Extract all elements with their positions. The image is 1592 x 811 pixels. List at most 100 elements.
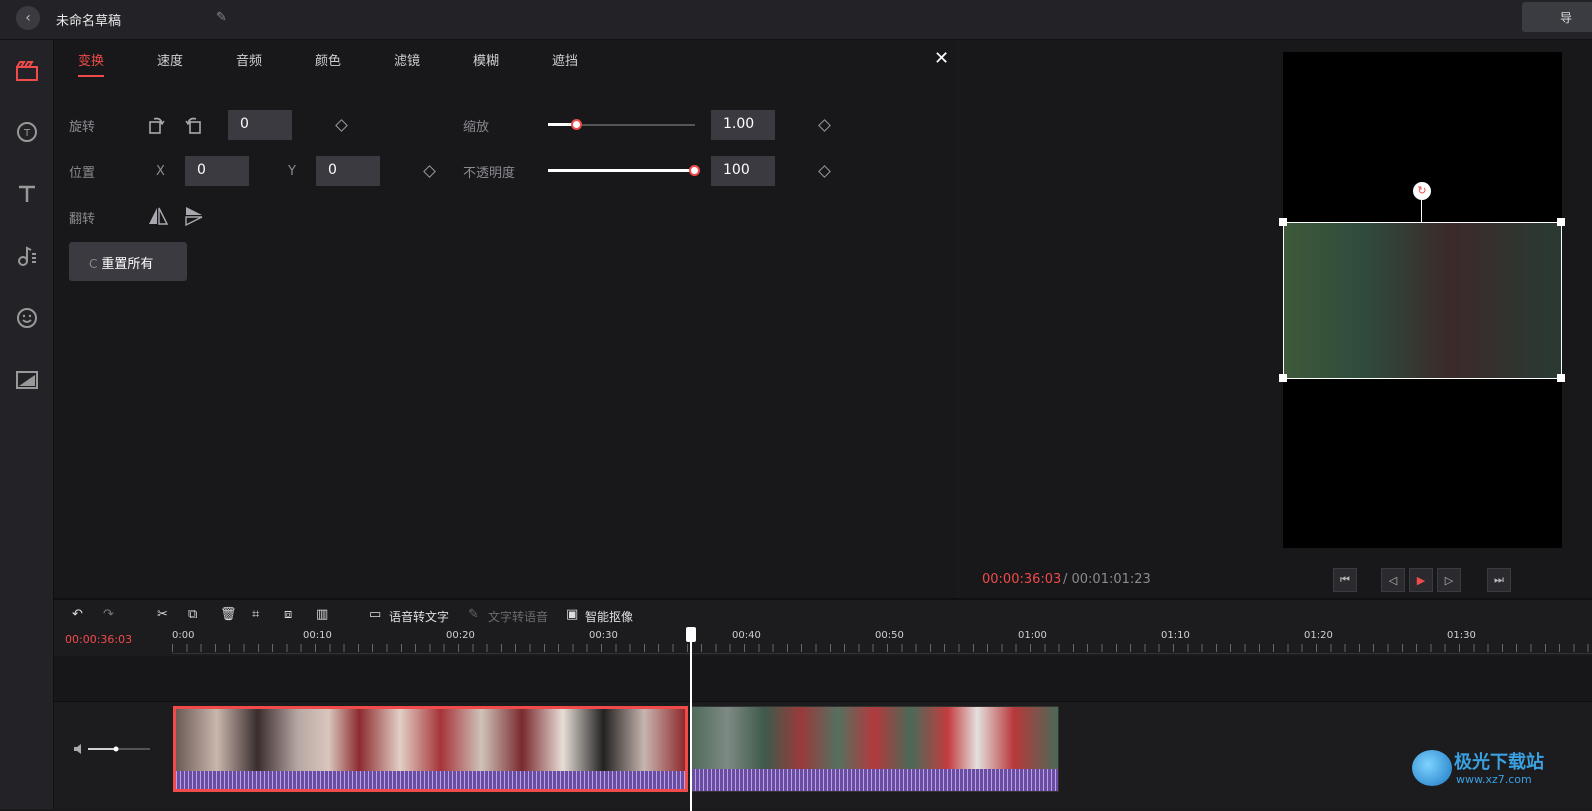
scale-input[interactable]: 1.00 bbox=[711, 110, 775, 140]
speech-to-text-button[interactable]: 语音转文字 bbox=[389, 608, 449, 625]
tab-filter[interactable]: 滤镜 bbox=[394, 50, 420, 75]
mic-icon: ✎ bbox=[468, 607, 479, 622]
video-clip[interactable] bbox=[690, 706, 1059, 792]
sticker-icon[interactable]: T bbox=[14, 119, 40, 145]
resize-handle-bl[interactable] bbox=[1279, 374, 1287, 382]
ruler-label: 01:00 bbox=[1018, 630, 1047, 641]
clip-thumbnails bbox=[176, 709, 685, 771]
opacity-input[interactable]: 100 bbox=[711, 156, 775, 186]
track-volume-control[interactable] bbox=[72, 743, 152, 754]
close-icon[interactable]: ✕ bbox=[934, 48, 949, 69]
overlay-track[interactable] bbox=[54, 656, 1592, 702]
reset-all-label: 重置所有 bbox=[101, 257, 154, 272]
watermark-text: 极光下载站 bbox=[1454, 752, 1544, 773]
ruler-label: 01:30 bbox=[1447, 630, 1476, 641]
flip-vertical-icon[interactable] bbox=[184, 206, 204, 230]
subtitle-icon[interactable]: ▭ bbox=[369, 607, 381, 622]
top-bar: ‹ 未命名草稿 ✎ 导 bbox=[0, 0, 1592, 40]
prev-frame-icon: ◁ bbox=[1388, 573, 1398, 587]
ruler-label: 0:00 bbox=[172, 630, 195, 641]
delete-icon[interactable]: 🗑 bbox=[220, 607, 237, 622]
x-label: X bbox=[156, 164, 165, 179]
y-label: Y bbox=[288, 164, 296, 179]
rotate-left-icon[interactable] bbox=[148, 115, 166, 139]
position-label: 位置 bbox=[69, 166, 96, 181]
rotate-right-icon[interactable] bbox=[184, 115, 202, 139]
ruler-label: 00:50 bbox=[875, 630, 904, 641]
skip-end-button[interactable]: ⏭ bbox=[1487, 568, 1511, 592]
position-x-input[interactable]: 0 bbox=[185, 156, 249, 186]
matting-icon: ▣ bbox=[566, 607, 579, 622]
flip-horizontal-icon[interactable] bbox=[148, 206, 169, 230]
skip-start-button[interactable]: ⏮ bbox=[1333, 568, 1357, 592]
clip-thumbnails bbox=[691, 707, 1058, 769]
tab-blur[interactable]: 模糊 bbox=[473, 50, 499, 75]
rotate-input[interactable]: 0 bbox=[228, 110, 292, 140]
tab-audio[interactable]: 音频 bbox=[236, 50, 262, 75]
freeze-icon[interactable]: ▥ bbox=[316, 607, 328, 622]
chevron-left-icon: ‹ bbox=[25, 10, 31, 26]
text-to-speech-button[interactable]: 文字转语音 bbox=[488, 608, 548, 625]
watermark-url: www.xz7.com bbox=[1456, 773, 1532, 786]
skip-start-icon: ⏮ bbox=[1340, 573, 1350, 586]
copy-icon[interactable]: ⧉ bbox=[188, 607, 197, 622]
scale-slider-handle[interactable] bbox=[571, 119, 583, 130]
video-track[interactable] bbox=[173, 706, 1059, 792]
rotate-keyframe-icon[interactable] bbox=[335, 119, 348, 132]
video-frame[interactable] bbox=[1279, 218, 1565, 382]
crop-icon[interactable]: ⌗ bbox=[252, 607, 259, 622]
play-icon: ▶ bbox=[1416, 573, 1426, 587]
tab-speed[interactable]: 速度 bbox=[157, 50, 183, 75]
timeline-toolbar: ↶ ↷ ✂ ⧉ 🗑 ⌗ ⧈ ▥ ▭ 语音转文字 ✎ 文字转语音 ▣ 智能抠像 bbox=[54, 600, 1592, 630]
undo-icon[interactable]: ↶ bbox=[72, 607, 83, 622]
emoji-icon[interactable] bbox=[14, 305, 40, 331]
tab-color[interactable]: 颜色 bbox=[315, 50, 341, 75]
watermark-logo-icon bbox=[1412, 750, 1452, 786]
image-icon[interactable] bbox=[14, 367, 40, 393]
svg-text:T: T bbox=[23, 128, 31, 139]
preview-canvas: ↻ bbox=[1279, 52, 1565, 548]
text-icon[interactable] bbox=[14, 181, 40, 207]
resize-handle-br[interactable] bbox=[1557, 374, 1565, 382]
playhead[interactable] bbox=[690, 630, 692, 811]
prev-frame-button[interactable]: ◁ bbox=[1381, 568, 1405, 592]
current-time: 00:00:36:03 bbox=[982, 572, 1062, 587]
reset-all-button[interactable]: C 重置所有 bbox=[69, 242, 187, 281]
skip-end-icon: ⏭ bbox=[1494, 573, 1504, 586]
resize-handle-tl[interactable] bbox=[1279, 218, 1287, 226]
tab-mask[interactable]: 遮挡 bbox=[552, 50, 578, 75]
properties-panel: 变换 速度 音频 颜色 滤镜 模糊 遮挡 ✕ 旋转 0 位置 X 0 Y 0 翻… bbox=[54, 40, 956, 598]
position-y-input[interactable]: 0 bbox=[316, 156, 380, 186]
next-frame-icon: ▷ bbox=[1444, 573, 1454, 587]
preview-panel: ↻ 00:00:36:03 / 00:01:01:23 ⏮ ◁ ▶ ▷ ⏭ bbox=[960, 40, 1592, 598]
playhead-handle[interactable] bbox=[686, 627, 696, 642]
music-icon[interactable] bbox=[14, 243, 40, 269]
next-frame-button[interactable]: ▷ bbox=[1437, 568, 1461, 592]
replace-icon[interactable]: ⧈ bbox=[284, 607, 292, 622]
export-button[interactable]: 导 bbox=[1522, 2, 1592, 32]
left-sidebar: T bbox=[0, 40, 54, 809]
opacity-keyframe-icon[interactable] bbox=[818, 165, 831, 178]
rotate-handle-icon[interactable]: ↻ bbox=[1413, 182, 1431, 200]
ruler-label: 01:20 bbox=[1304, 630, 1333, 641]
play-button[interactable]: ▶ bbox=[1409, 568, 1433, 592]
position-keyframe-icon[interactable] bbox=[423, 165, 436, 178]
edit-title-icon[interactable]: ✎ bbox=[216, 10, 227, 25]
media-icon[interactable] bbox=[14, 58, 40, 84]
resize-handle-tr[interactable] bbox=[1557, 218, 1565, 226]
flip-label: 翻转 bbox=[69, 212, 96, 227]
redo-icon[interactable]: ↷ bbox=[103, 607, 114, 622]
timeline-current-time: 00:00:36:03 bbox=[65, 633, 133, 646]
ruler-label: 00:20 bbox=[446, 630, 475, 641]
smart-matting-button[interactable]: 智能抠像 bbox=[585, 608, 633, 625]
ruler-label: 00:30 bbox=[589, 630, 618, 641]
tab-transform[interactable]: 变换 bbox=[78, 50, 105, 77]
scale-keyframe-icon[interactable] bbox=[818, 119, 831, 132]
scissors-icon[interactable]: ✂ bbox=[157, 607, 168, 622]
time-ruler[interactable]: 0:00 00:10 00:20 00:30 00:40 00:50 01:00… bbox=[172, 630, 1592, 654]
back-button[interactable]: ‹ bbox=[16, 6, 40, 30]
video-clip-selected[interactable] bbox=[173, 706, 688, 792]
opacity-slider-handle[interactable] bbox=[689, 165, 700, 176]
ruler-label: 00:40 bbox=[732, 630, 761, 641]
watermark: 极光下载站 www.xz7.com bbox=[1412, 748, 1562, 792]
